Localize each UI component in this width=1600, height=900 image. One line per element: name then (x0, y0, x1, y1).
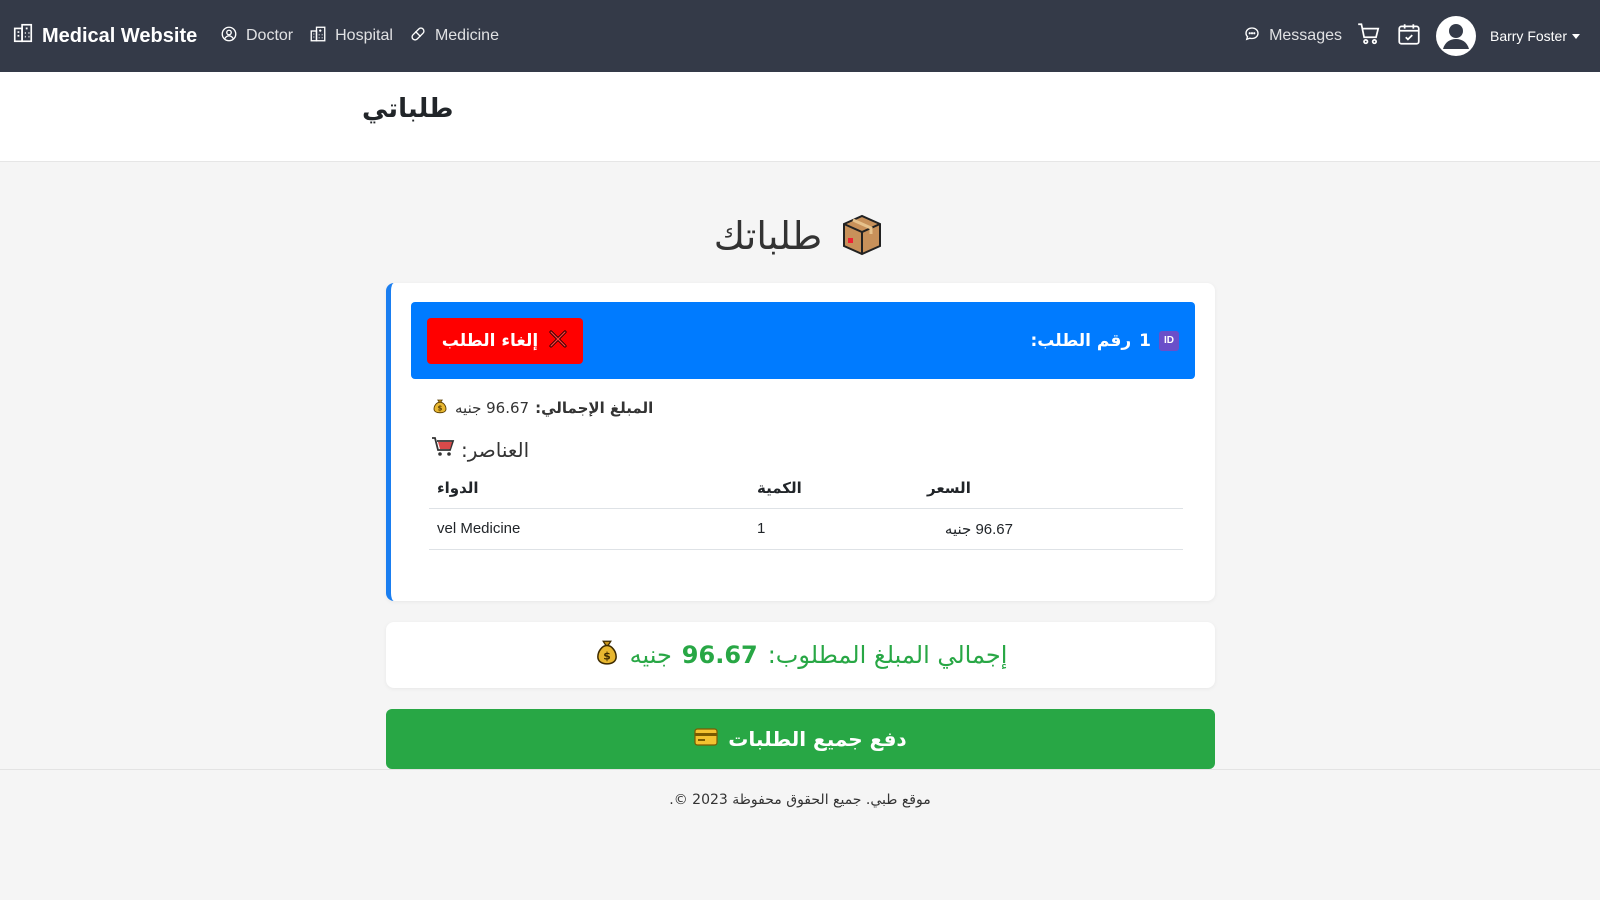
appointments-button[interactable] (1396, 21, 1422, 51)
pay-all-orders-button[interactable]: دفع جميع الطلبات (386, 709, 1215, 769)
cart-icon (1356, 21, 1382, 51)
user-menu-dropdown[interactable]: Barry Foster (1490, 28, 1580, 44)
nav-right: Messages Barry Foster (1243, 0, 1580, 72)
cell-medicine: vel Medicine (429, 508, 749, 550)
grand-total: $ جنيه 96.67 إجمالي المبلغ المطلوب: (386, 622, 1215, 688)
items-table: الدواء الكمية السعر vel Medicine 1 96.67… (429, 468, 1183, 550)
order-id-label: رقم الطلب: (1030, 330, 1132, 351)
column-header-medicine: الدواء (429, 468, 749, 509)
money-bag-icon: $ (431, 397, 449, 419)
footer: موقع طبي. جميع الحقوق محفوظة 2023 ©. (0, 769, 1600, 900)
nav-hospital-label: Hospital (335, 27, 393, 44)
footer-copyright: موقع طبي. جميع الحقوق محفوظة 2023 ©. (669, 792, 931, 808)
table-header-row: الدواء الكمية السعر (429, 468, 1183, 509)
items-heading: :العناصر (431, 436, 529, 463)
page-header: طلباتي (0, 72, 1600, 162)
chat-icon (1243, 25, 1261, 48)
user-name: Barry Foster (1489, 28, 1567, 44)
grand-total-value: 96.67 (681, 641, 758, 669)
table-row: vel Medicine 1 96.67 جنيه (429, 508, 1183, 550)
order-id: رقم الطلب: 1 ID (1030, 302, 1179, 379)
cell-price: 96.67 جنيه (919, 508, 1183, 550)
cancel-order-button[interactable]: إلغاء الطلب (427, 318, 583, 364)
nav-doctor[interactable]: Doctor (220, 25, 293, 48)
hospital-icon (309, 25, 327, 48)
close-icon (548, 329, 568, 354)
avatar[interactable] (1435, 16, 1476, 56)
brand-link[interactable]: Medical Website (12, 0, 197, 72)
id-badge-icon: ID (1159, 330, 1179, 351)
calendar-check-icon (1396, 21, 1422, 51)
cancel-order-label: إلغاء الطلب (441, 331, 539, 351)
order-total: $ 96.67 جنيه المبلغ الإجمالي: (431, 397, 653, 419)
order-id-value: 1 (1139, 330, 1151, 351)
money-bag-icon: $ (594, 638, 620, 672)
package-icon (838, 210, 886, 262)
svg-text:$: $ (438, 405, 443, 413)
top-navbar: Medical Website Doctor Hospital Medicine (0, 0, 1600, 72)
caret-down-icon (1572, 33, 1580, 39)
nav-hospital[interactable]: Hospital (309, 25, 393, 48)
cell-quantity: 1 (749, 508, 919, 550)
cart-button[interactable] (1356, 21, 1382, 51)
order-header: رقم الطلب: 1 ID إلغاء الطلب (411, 302, 1195, 379)
nav-medicine[interactable]: Medicine (409, 25, 499, 48)
pill-icon (409, 25, 427, 48)
items-title: :العناصر (461, 437, 530, 462)
column-header-price: السعر (919, 468, 1183, 509)
nav-messages-label: Messages (1269, 27, 1342, 44)
brand-name: Medical Website (42, 24, 198, 47)
orders-heading: طلباتك (600, 208, 1000, 264)
orders-title: طلباتك (713, 214, 823, 258)
hospital-building-icon (12, 22, 34, 50)
credit-card-icon (694, 727, 718, 751)
user-circle-icon (220, 25, 238, 48)
cart-icon (431, 436, 455, 463)
column-header-quantity: الكمية (749, 468, 919, 509)
svg-text:$: $ (603, 650, 610, 663)
order-card: رقم الطلب: 1 ID إلغاء الطلب $ 96.67 جنيه… (386, 283, 1215, 601)
nav-medicine-label: Medicine (434, 27, 499, 44)
grand-total-currency: جنيه (629, 641, 672, 669)
page-title: طلباتي (362, 94, 454, 124)
order-total-value: 96.67 جنيه (455, 399, 530, 417)
grand-total-label: إجمالي المبلغ المطلوب: (767, 641, 1008, 669)
nav-messages[interactable]: Messages (1243, 25, 1342, 48)
nav-doctor-label: Doctor (246, 27, 294, 44)
main-nav: Doctor Hospital Medicine (220, 0, 499, 72)
pay-all-label: دفع جميع الطلبات (728, 727, 907, 751)
order-total-label: المبلغ الإجمالي: (535, 399, 654, 417)
